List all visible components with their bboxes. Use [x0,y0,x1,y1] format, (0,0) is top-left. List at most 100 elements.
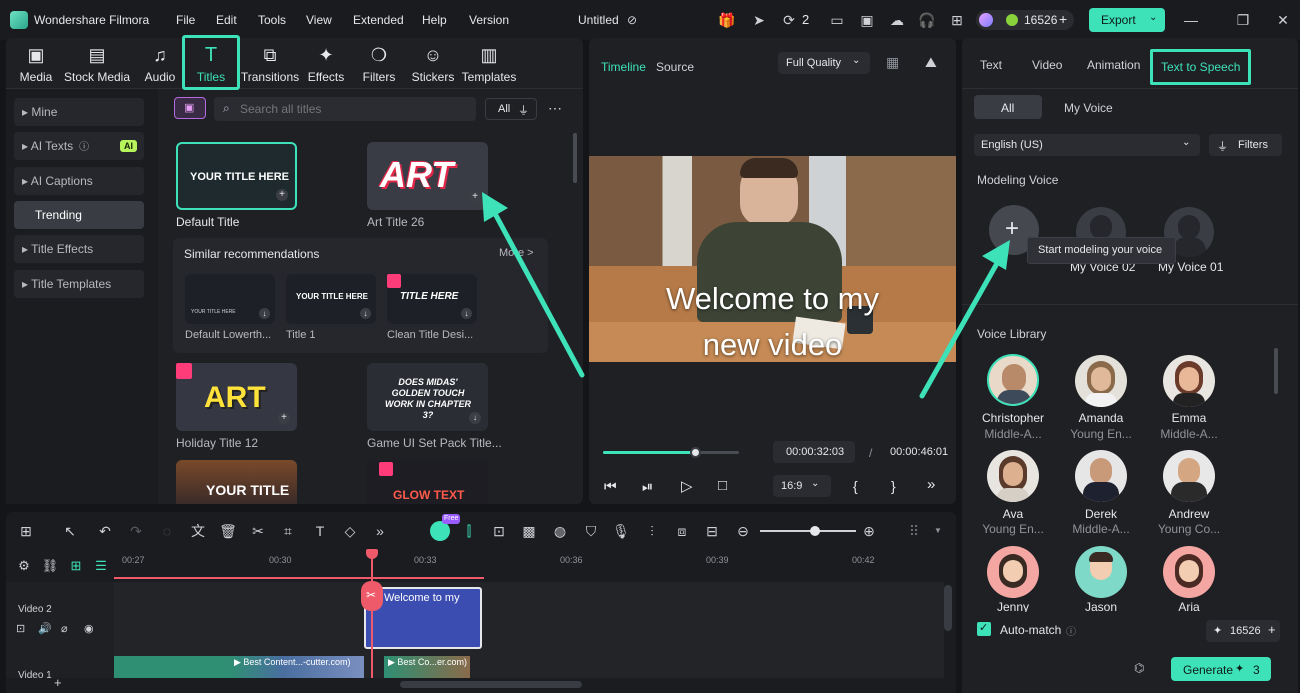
toolbar-stickers[interactable]: ☺ Stickers [407,44,459,88]
search-box[interactable]: ⌕ [214,97,476,121]
voice-avatar-jason[interactable] [1075,546,1127,598]
playhead[interactable] [371,555,373,678]
vertical-scrollbar[interactable] [944,585,952,631]
mark-in-icon[interactable]: { [853,478,858,494]
render-icon[interactable]: ⊟ [702,521,722,541]
ai-settings-icon[interactable]: ⌬ [1134,661,1144,675]
link-icon[interactable]: ⛓ [40,556,60,576]
play-frame-icon[interactable]: ⏯ [642,478,653,495]
menu-help[interactable]: Help [422,13,447,27]
menu-version[interactable]: Version [469,13,509,27]
more-tools-icon[interactable]: » [370,521,390,541]
sidebar-item-ai-texts[interactable]: ▸ AI Texts ⓘ AI [14,132,144,160]
video-clip[interactable]: ▶ Best Content...-cutter.com) [230,656,364,678]
prev-frame-icon[interactable]: ⏮ [604,478,617,495]
insert-icon[interactable]: ⊡ [489,521,509,541]
language-dropdown[interactable]: English (US) ⌄ [974,134,1200,156]
eye-icon[interactable]: ◉ [84,622,94,635]
subtab-all[interactable]: All [974,95,1042,119]
time-ruler[interactable] [114,553,944,577]
grid-view-icon[interactable]: ▦ [886,54,899,71]
current-time-field[interactable]: 00:00:32:03 [773,441,855,463]
aspect-ratio-dropdown[interactable]: 16:9 ⌄ [773,475,831,497]
credits-pill[interactable]: 16526 + [976,10,1074,30]
title-card[interactable]: YOUR TITLE [176,460,297,504]
save-icon[interactable]: ▣ [858,11,876,29]
ai-title-button[interactable]: ▣ [174,97,206,119]
delete-icon[interactable]: 🗑 [218,521,238,541]
minimize-icon[interactable]: — [1182,11,1200,29]
split-icon[interactable]: ⫿ [459,521,479,541]
cloud-icon[interactable]: ☁ [888,11,906,29]
shield-icon[interactable]: ⛉ [581,521,601,541]
zoom-in-icon[interactable]: ⊕ [859,521,879,541]
lock-icon[interactable]: ⊡ [16,622,25,635]
similar-card[interactable]: TITLE HERE ↓ [387,274,477,324]
maximize-icon[interactable]: ❐ [1234,11,1252,29]
tab-animation[interactable]: Animation [1087,58,1140,72]
microphone-icon[interactable]: 🎙 [611,521,631,541]
filter-dropdown[interactable]: All ⏚ [485,98,537,120]
ai-copilot-icon[interactable] [430,521,450,541]
stop-icon[interactable]: □ [718,477,727,494]
default-title-card[interactable]: YOUR TITLE HERE + [176,142,297,210]
add-icon[interactable]: + [276,189,288,201]
settings-icon[interactable]: ⚙ [14,556,34,576]
gift-icon[interactable]: 🎁 [718,11,736,29]
video-clip[interactable] [114,656,230,678]
more-options-icon[interactable]: ⋯ [548,100,562,117]
tab-source[interactable]: Source [656,60,694,74]
quality-dropdown[interactable]: Full Quality ⌄ [778,52,870,74]
download-icon[interactable]: ↓ [469,412,481,424]
add-track-plus-icon[interactable]: + [54,675,62,690]
zoom-handle[interactable] [810,526,820,536]
menu-view[interactable]: View [306,13,332,27]
menu-edit[interactable]: Edit [216,13,237,27]
title-card[interactable]: GLOW TEXT [367,460,488,504]
chevron-down-icon[interactable]: ▼ [934,526,942,535]
help-icon[interactable]: ⓘ [1066,623,1076,638]
scrollbar[interactable] [573,133,577,183]
sidebar-item-trending[interactable]: Trending [14,201,144,229]
generate-button[interactable]: Generate ✦ 3 [1171,657,1271,681]
sidebar-item-mine[interactable]: ▸ Mine [14,98,144,126]
mute-icon[interactable]: ⌀ [61,622,68,635]
sidebar-item-ai-captions[interactable]: ▸ AI Captions [14,167,144,195]
toolbar-templates[interactable]: ▥ Templates [460,44,518,88]
split-marker[interactable]: ✂ [361,581,383,611]
video-clip[interactable]: ▶ Best Co...er.com) [384,656,470,678]
menu-file[interactable]: File [176,13,195,27]
work-area-bar[interactable] [114,577,484,579]
tab-text[interactable]: Text [980,58,1002,72]
close-icon[interactable]: ✕ [1274,11,1292,29]
more-controls-icon[interactable]: » [927,476,935,493]
add-track-icon[interactable]: ⊞ [66,556,86,576]
title-overlay[interactable]: Welcome to my new video [589,276,956,362]
grid-icon[interactable]: ⊞ [948,11,966,29]
sidebar-item-title-templates[interactable]: ▸ Title Templates [14,270,144,298]
notification-icon[interactable]: ⟳ [780,11,798,29]
text-tool-icon[interactable]: T [310,521,330,541]
toolbar-stock-media[interactable]: ▤ Stock Media [62,44,132,88]
audio-icon[interactable]: 🔊 [38,622,52,635]
speed-icon[interactable]: ◌ [157,521,177,541]
holiday-title-card[interactable]: ART + [176,363,297,431]
voice-avatar-derek[interactable] [1075,450,1127,502]
toolbar-audio[interactable]: ♫ Audio [134,44,186,88]
toolbar-media[interactable]: ▣ Media [10,44,62,88]
scissors-icon[interactable]: ✂ [248,521,268,541]
track-manager-icon[interactable]: ☰ [91,556,111,576]
layout-grid-icon[interactable]: ⊞ [16,521,36,541]
select-tool-icon[interactable]: ↖ [60,521,80,541]
menu-tools[interactable]: Tools [258,13,286,27]
media-insert-icon[interactable]: ▩ [519,521,539,541]
search-input[interactable] [240,100,470,118]
redo-icon[interactable]: ↷ [126,521,146,541]
toolbar-titles[interactable]: T Titles [182,35,240,90]
tab-text-to-speech[interactable]: Text to Speech [1150,49,1251,85]
similar-card[interactable]: YOUR TITLE HERE ↓ [185,274,275,324]
mixer-icon[interactable]: ⫶ [642,521,662,541]
menu-extended[interactable]: Extended [353,13,404,27]
tab-timeline[interactable]: Timeline [601,60,646,74]
voice-avatar-emma[interactable] [1163,355,1215,407]
